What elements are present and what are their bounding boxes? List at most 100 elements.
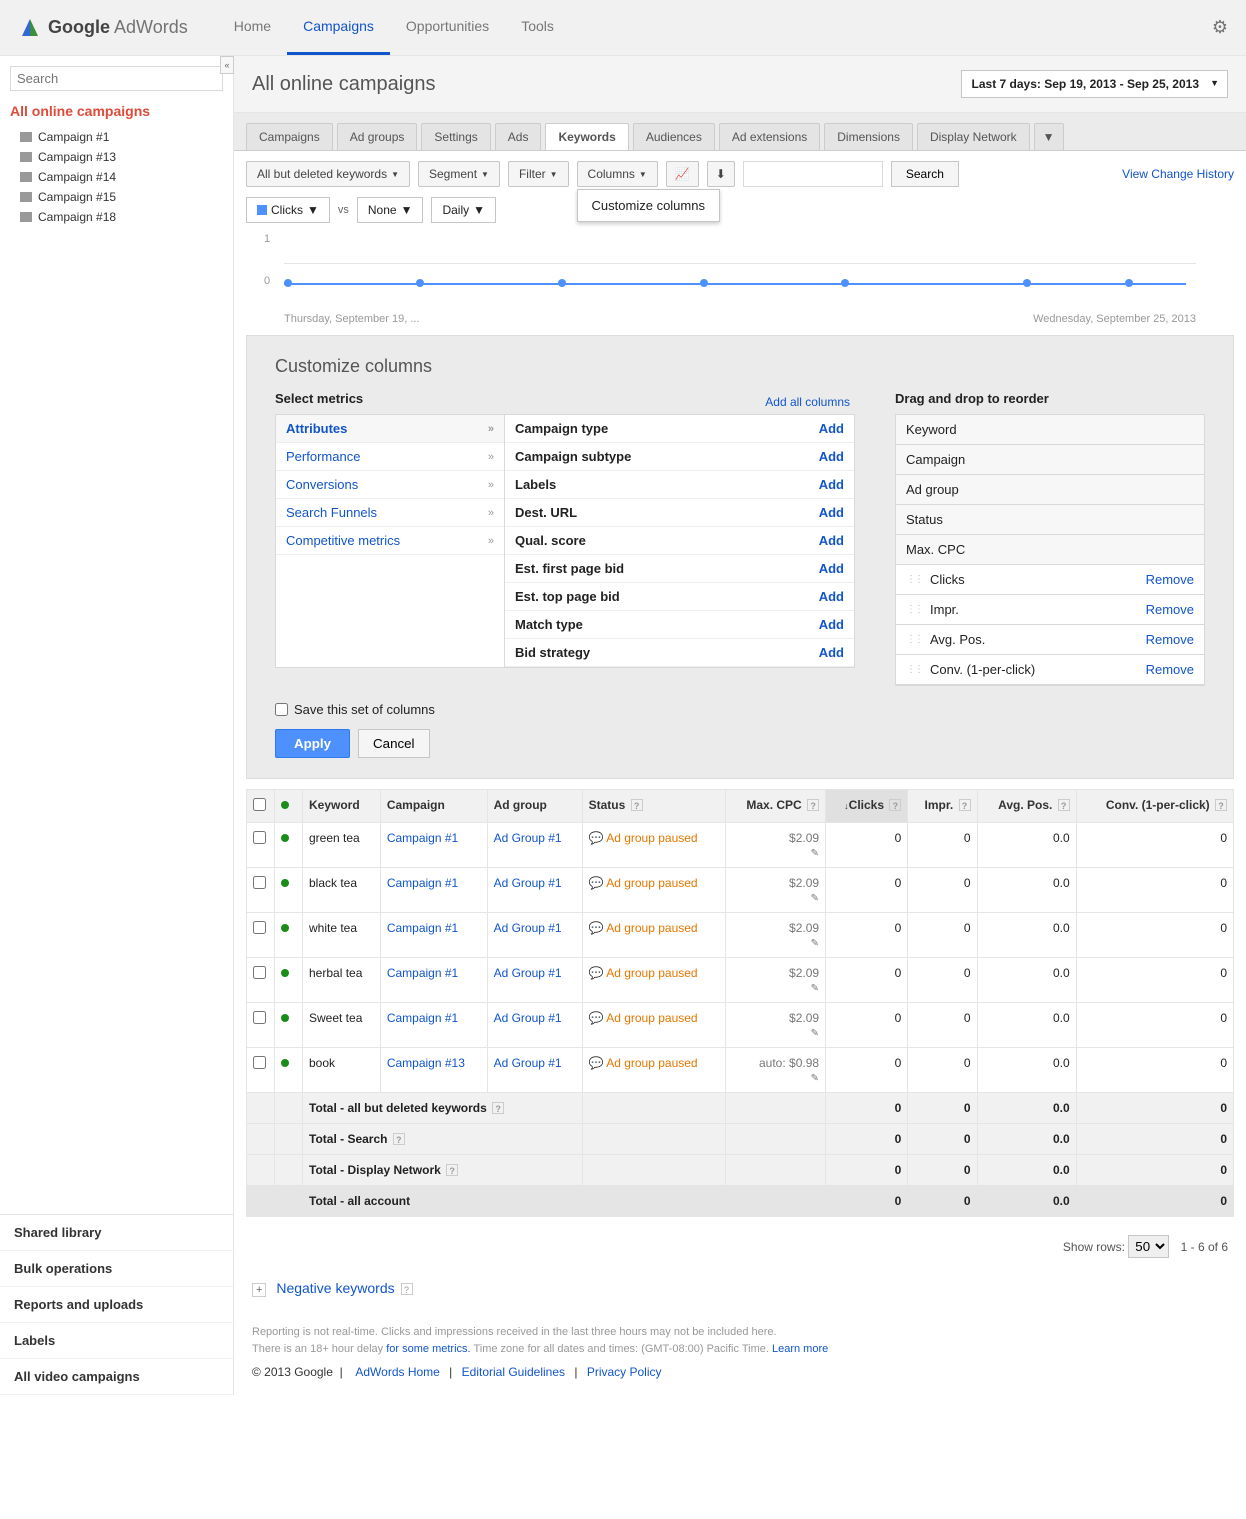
sidebar-campaign[interactable]: Campaign #13	[10, 147, 223, 167]
table-search-input[interactable]	[743, 161, 883, 187]
nav-campaigns[interactable]: Campaigns	[287, 0, 390, 55]
column-header[interactable]: Impr. ?	[908, 790, 977, 823]
metric-category[interactable]: Performance»	[276, 443, 504, 471]
filter-dropdown[interactable]: Filter▼	[508, 161, 569, 187]
add-metric-link[interactable]: Add	[819, 561, 844, 576]
campaign-link[interactable]: Campaign #1	[387, 921, 458, 935]
status-dot-icon[interactable]	[281, 1059, 289, 1067]
add-metric-link[interactable]: Add	[819, 589, 844, 604]
adgroup-link[interactable]: Ad Group #1	[494, 876, 562, 890]
remove-column-link[interactable]: Remove	[1146, 662, 1194, 677]
column-header[interactable]: Campaign	[380, 790, 487, 823]
tab-ad-groups[interactable]: Ad groups	[337, 123, 418, 150]
change-history-link[interactable]: View Change History	[1122, 167, 1234, 181]
draggable-column[interactable]: ⋮⋮Conv. (1-per-click)Remove	[896, 655, 1204, 685]
remove-column-link[interactable]: Remove	[1146, 572, 1194, 587]
nav-home[interactable]: Home	[218, 0, 287, 55]
tree-root[interactable]: All online campaigns	[10, 103, 223, 119]
privacy-link[interactable]: Privacy Policy	[587, 1365, 662, 1379]
draggable-column[interactable]: ⋮⋮Avg. Pos.Remove	[896, 625, 1204, 655]
collapse-sidebar-icon[interactable]: «	[220, 56, 234, 74]
column-header[interactable]: Ad group	[487, 790, 582, 823]
tab-audiences[interactable]: Audiences	[633, 123, 715, 150]
search-button[interactable]: Search	[891, 161, 959, 187]
edit-icon[interactable]: ✎	[811, 893, 819, 904]
date-range-picker[interactable]: Last 7 days: Sep 19, 2013 - Sep 25, 2013	[961, 70, 1228, 98]
tab-ads[interactable]: Ads	[495, 123, 542, 150]
rows-select[interactable]: 50	[1128, 1235, 1169, 1258]
drag-handle-icon[interactable]: ⋮⋮	[906, 574, 922, 585]
adgroup-link[interactable]: Ad Group #1	[494, 1011, 562, 1025]
edit-icon[interactable]: ✎	[811, 983, 819, 994]
row-checkbox[interactable]	[253, 966, 266, 979]
campaign-link[interactable]: Campaign #1	[387, 831, 458, 845]
edit-icon[interactable]: ✎	[811, 1073, 819, 1084]
segment-dropdown[interactable]: Segment▼	[418, 161, 500, 187]
sidebar-campaign[interactable]: Campaign #14	[10, 167, 223, 187]
row-checkbox[interactable]	[253, 1056, 266, 1069]
tab-keywords[interactable]: Keywords	[545, 123, 628, 150]
search-input[interactable]	[10, 66, 223, 91]
column-header[interactable]: Avg. Pos. ?	[977, 790, 1076, 823]
gear-icon[interactable]: ⚙	[1212, 17, 1228, 38]
metric-category[interactable]: Conversions»	[276, 471, 504, 499]
draggable-column[interactable]: ⋮⋮Impr.Remove	[896, 595, 1204, 625]
sidebar-section[interactable]: Bulk operations	[0, 1251, 233, 1287]
tab-dimensions[interactable]: Dimensions	[824, 123, 913, 150]
row-checkbox[interactable]	[253, 921, 266, 934]
edit-icon[interactable]: ✎	[811, 1028, 819, 1039]
adgroup-link[interactable]: Ad Group #1	[494, 921, 562, 935]
metrics-delay-link[interactable]: for some metrics.	[386, 1343, 470, 1355]
adgroup-link[interactable]: Ad Group #1	[494, 1056, 562, 1070]
drag-handle-icon[interactable]: ⋮⋮	[906, 604, 922, 615]
add-metric-link[interactable]: Add	[819, 421, 844, 436]
campaign-link[interactable]: Campaign #1	[387, 966, 458, 980]
column-header[interactable]: ↓Clicks ?	[826, 790, 908, 823]
nav-tools[interactable]: Tools	[505, 0, 570, 55]
tab-settings[interactable]: Settings	[421, 123, 490, 150]
status-dot-icon[interactable]	[281, 924, 289, 932]
tab-campaigns[interactable]: Campaigns	[246, 123, 333, 150]
select-all-checkbox[interactable]	[253, 798, 266, 811]
add-metric-link[interactable]: Add	[819, 533, 844, 548]
campaign-link[interactable]: Campaign #1	[387, 1011, 458, 1025]
granularity-chip[interactable]: Daily▼	[431, 197, 496, 223]
metric-category[interactable]: Attributes»	[276, 415, 504, 443]
help-icon[interactable]: ?	[401, 1283, 413, 1295]
tab-ad-extensions[interactable]: Ad extensions	[719, 123, 820, 150]
remove-column-link[interactable]: Remove	[1146, 632, 1194, 647]
sidebar-campaign[interactable]: Campaign #1	[10, 127, 223, 147]
save-columns-checkbox[interactable]	[275, 703, 288, 716]
status-dot-icon[interactable]	[281, 879, 289, 887]
drag-handle-icon[interactable]: ⋮⋮	[906, 664, 922, 675]
editorial-link[interactable]: Editorial Guidelines	[462, 1365, 565, 1379]
column-header[interactable]: Keyword	[303, 790, 381, 823]
add-metric-link[interactable]: Add	[819, 505, 844, 520]
adwords-home-link[interactable]: AdWords Home	[355, 1365, 439, 1379]
adgroup-link[interactable]: Ad Group #1	[494, 831, 562, 845]
edit-icon[interactable]: ✎	[811, 938, 819, 949]
row-checkbox[interactable]	[253, 831, 266, 844]
metric-clicks-chip[interactable]: Clicks▼	[246, 197, 330, 223]
column-header[interactable]: Conv. (1-per-click) ?	[1076, 790, 1233, 823]
add-metric-link[interactable]: Add	[819, 449, 844, 464]
apply-button[interactable]: Apply	[275, 729, 350, 758]
filter-deleted-dropdown[interactable]: All but deleted keywords▼	[246, 161, 410, 187]
edit-icon[interactable]: ✎	[811, 848, 819, 859]
column-header[interactable]: Max. CPC ?	[725, 790, 825, 823]
status-dot-icon[interactable]	[281, 1014, 289, 1022]
tab-display-network[interactable]: Display Network	[917, 123, 1030, 150]
sidebar-campaign[interactable]: Campaign #18	[10, 207, 223, 227]
adgroup-link[interactable]: Ad Group #1	[494, 966, 562, 980]
add-metric-link[interactable]: Add	[819, 477, 844, 492]
sidebar-section[interactable]: Reports and uploads	[0, 1287, 233, 1323]
negative-keywords-link[interactable]: Negative keywords	[276, 1280, 394, 1296]
sidebar-campaign[interactable]: Campaign #15	[10, 187, 223, 207]
drag-handle-icon[interactable]: ⋮⋮	[906, 634, 922, 645]
learn-more-link[interactable]: Learn more	[772, 1343, 828, 1355]
chart-icon[interactable]: 📈	[666, 161, 699, 187]
cancel-button[interactable]: Cancel	[358, 729, 430, 758]
add-metric-link[interactable]: Add	[819, 617, 844, 632]
status-dot-icon[interactable]	[281, 969, 289, 977]
sidebar-section[interactable]: Labels	[0, 1323, 233, 1359]
